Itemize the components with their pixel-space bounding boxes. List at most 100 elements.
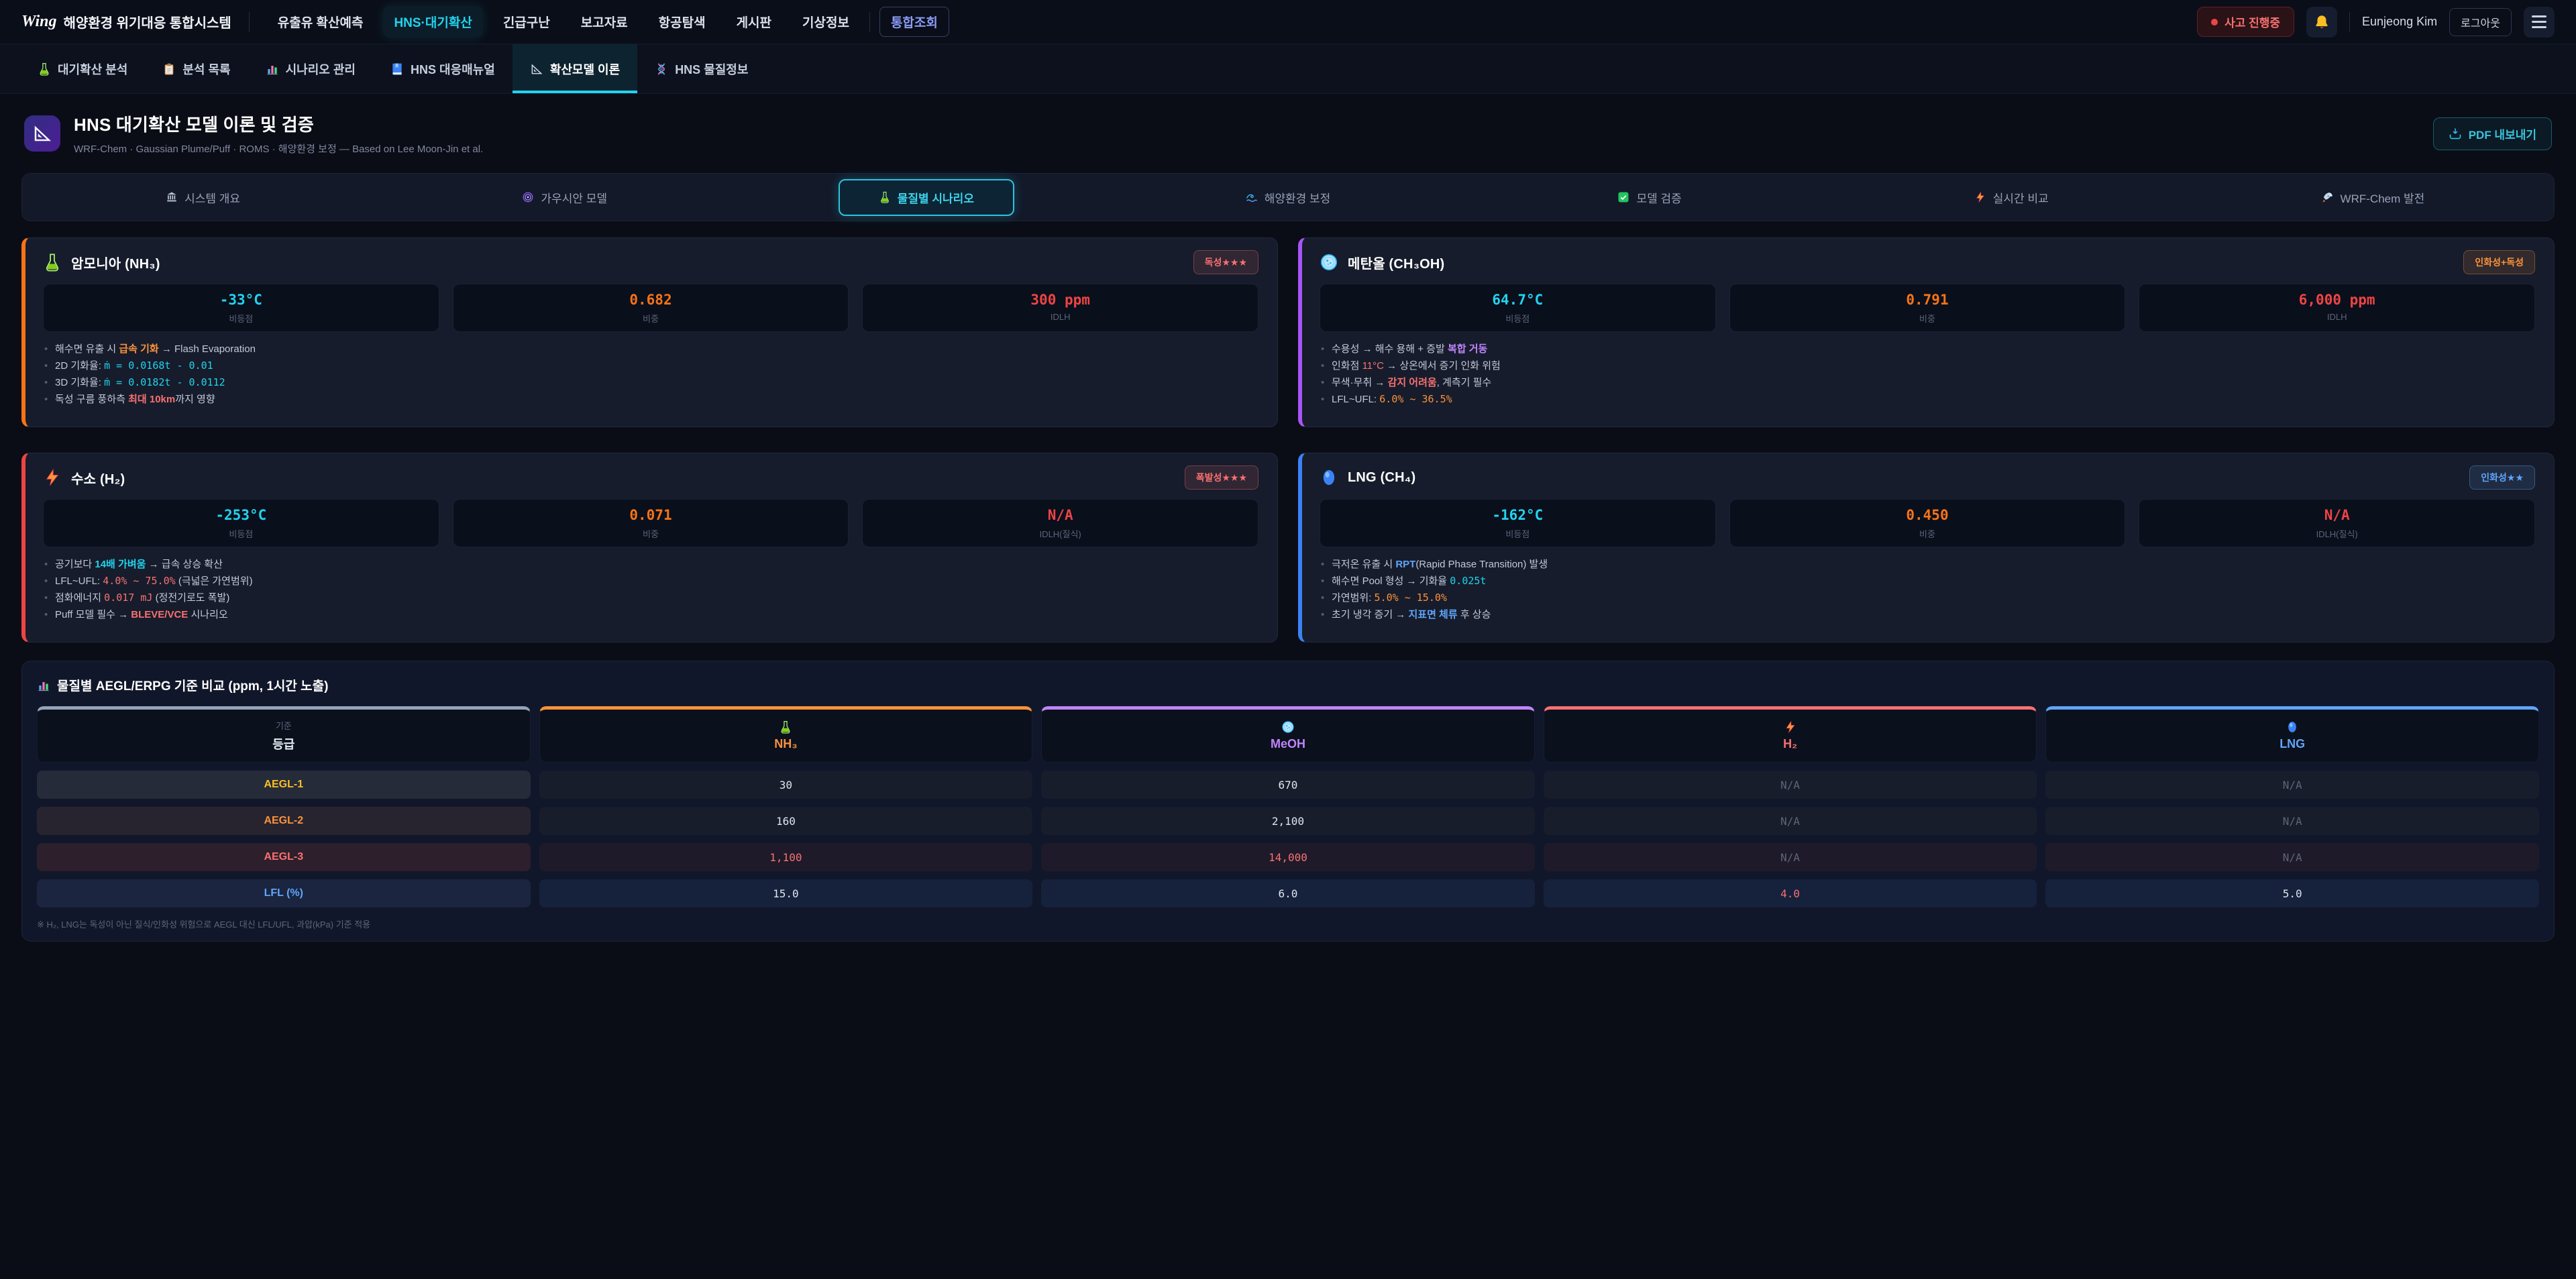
subnav-item-label: HNS 물질정보 [675,60,748,78]
bullet-item: 가연범위: 5.0% ~ 15.0% [1320,590,2535,606]
nav-item-integrated-search[interactable]: 통합조회 [879,7,949,37]
table-row: AEGL-21602,100N/AN/A [37,807,2539,835]
value-cell: 160 [539,807,1033,835]
chemical-card-lng: LNG (CH₄)인화성★★-162°C비등점0.450비중N/AIDLH(질식… [1298,453,2555,643]
tab-wrf-chem-evolution[interactable]: WRF-Chem 발전 [2192,178,2554,217]
rocket-icon [2322,191,2334,203]
tab-substance-scenarios[interactable]: 물질별 시나리오 [745,179,1107,216]
logout-button[interactable]: 로그아웃 [2449,8,2512,36]
section-tab-bar: 시스템 개요 가우시안 모델 물질별 시나리오해양환경 보정모델 검증 실시간 비교 W… [21,173,2555,221]
tab-pill: WRF-Chem 발전 [2300,178,2447,217]
nav-item-hns-air-diffusion[interactable]: HNS·대기확산 [383,6,482,38]
chemical-card-meoh: 메탄올 (CH₃OH)인화성+독성 64.7°C비등점0.791비중6,000 p… [1298,237,2555,427]
bullet-item: 수용성 → 해수 용해 + 증발 복합 거동 [1320,341,2535,357]
bullet-item: 해수면 유출 시 급속 기화 → Flash Evaporation [43,341,1258,357]
tab-marine-correction[interactable]: 해양환경 보정 [1107,178,1468,217]
stat-value: 0.450 [1734,507,2121,523]
tab-pill: 가우시안 모델 [500,178,629,217]
clipboard-icon [162,62,176,76]
nav-item-board[interactable]: 게시판 [726,6,782,38]
subnav-item-hns-substance-info[interactable]: HNS 물질정보 [637,44,765,93]
value-cell: 5.0 [2045,879,2539,907]
tab-label: WRF-Chem 발전 [2341,189,2425,206]
nav-item-aerial-search[interactable]: 항공탐색 [648,6,716,38]
sphere-icon [1320,468,1338,487]
chemical-name: 메탄올 (CH₃OH) [1348,253,1444,272]
property-bullets: 극저온 유출 시 RPT(Rapid Phase Transition) 발생해… [1320,556,2535,623]
property-bullets: 해수면 유출 시 급속 기화 → Flash Evaporation2D 기화율… [43,341,1258,408]
row-label-cell: AEGL-2 [37,807,531,835]
stat-label: 비중 [1734,312,2121,325]
stat-label: 비등점 [1324,527,1711,540]
tab-pill: 시스템 개요 [144,178,262,217]
stat-value: 64.7°C [1324,292,1711,308]
pdf-export-button[interactable]: PDF 내보내기 [2433,117,2552,150]
nav-item-oil-spill-prediction[interactable]: 유출유 확산예측 [267,6,374,38]
notifications-button[interactable] [2306,7,2337,38]
bullet-item: LFL~UFL: 6.0% ~ 36.5% [1320,391,2535,408]
nav-item-emergency-rescue[interactable]: 긴급구난 [492,6,561,38]
lightning-icon [1784,720,1797,734]
stat-label: 비등점 [48,527,435,540]
row-label-cell: LFL (%) [37,879,531,907]
nav-item-reports[interactable]: 보고자료 [570,6,639,38]
stat-value: 0.071 [458,507,845,523]
lightning-icon [43,468,62,487]
divider [2349,12,2350,32]
wave-icon [1246,191,1258,203]
stat-box: N/AIDLH(질식) [862,499,1258,547]
card-header: 메탄올 (CH₃OH)인화성+독성 [1320,250,2535,274]
value-cell: 6.0 [1041,879,1535,907]
subnav-item-hns-response-manual[interactable]: HNS 대응매뉴얼 [373,44,513,93]
col-header-label: LNG [2279,737,2305,751]
bullet-item: 극저온 유출 시 RPT(Rapid Phase Transition) 발생 [1320,556,2535,573]
col-header-label: MeOH [1271,737,1305,751]
bullet-item: 3D 기화율: ṁ = 0.0182t - 0.0112 [43,374,1258,391]
status-dot-icon [2211,19,2218,25]
tab-pill: 실시간 비교 [1953,178,2070,217]
stat-label: IDLH(질식) [867,527,1254,540]
stat-box: 0.791비중 [1729,284,2126,332]
check-icon [1617,191,1629,203]
table-row: AEGL-31,10014,000N/AN/A [37,843,2539,871]
subnav-item-air-diffusion-analysis[interactable]: 대기확산 분석 [20,44,145,93]
divider [869,12,870,32]
tab-gaussian-model[interactable]: 가우시안 모델 [384,178,745,217]
col-header-label: H₂ [1783,737,1797,751]
logo-divider [249,12,250,32]
lightning-icon [1974,191,1986,203]
stat-label: IDLH(질식) [2143,527,2530,540]
tab-label: 시스템 개요 [184,189,240,206]
stat-box: 0.450비중 [1729,499,2126,547]
tab-realtime-comparison[interactable]: 실시간 비교 [1831,178,2192,217]
test-tube-icon [879,191,891,203]
subnav-item-diffusion-model-theory[interactable]: 확산모델 이론 [513,44,637,93]
aegl-comparison-panel: 물질별 AEGL/ERPG 기준 비교 (ppm, 1시간 노출) 기준등급NH… [21,661,2555,942]
hamburger-icon [2532,15,2546,28]
subnav-item-scenario-management[interactable]: 시나리오 관리 [248,44,373,93]
subnav-item-label: 대기확산 분석 [58,60,127,78]
tab-system-overview[interactable]: 시스템 개요 [22,178,384,217]
value-cell: N/A [2045,807,2539,835]
top-navigation-bar: Wing 해양환경 위기대응 통합시스템 유출유 확산예측 HNS·대기확산 긴급구… [0,0,2576,44]
stat-value: N/A [2143,507,2530,523]
incident-status-badge[interactable]: 사고 진행중 [2197,7,2294,37]
app-logo[interactable]: Wing 해양환경 위기대응 통합시스템 [21,12,231,32]
nav-item-weather-info[interactable]: 기상정보 [792,6,860,38]
logo-wing-mark: Wing [21,13,56,31]
value-cell: 14,000 [1041,843,1535,871]
menu-button[interactable] [2524,7,2555,38]
value-cell: 1,100 [539,843,1033,871]
table-footnote: ※ H₂, LNG는 독성이 아닌 질식/인화성 위험으로 AEGL 대신 LF… [37,917,2539,930]
stats-row: 64.7°C비등점0.791비중6,000 ppmIDLH [1320,284,2535,332]
bullet-item: Puff 모델 필수 → BLEVE/VCE 시나리오 [43,606,1258,623]
bullet-item: 인화점 11°C → 상온에서 증기 인화 위험 [1320,357,2535,374]
hazard-badge: 인화성★★ [2469,465,2535,490]
subnav-item-analysis-list[interactable]: 분석 목록 [145,44,248,93]
incident-status-label: 사고 진행중 [2224,13,2280,30]
stats-row: -253°C비등점0.071비중N/AIDLH(질식) [43,499,1258,547]
subnav-item-label: 시나리오 관리 [286,60,356,78]
bullet-item: 2D 기화율: ṁ = 0.0168t - 0.01 [43,357,1258,374]
tab-model-validation[interactable]: 모델 검증 [1469,178,1831,217]
row-label-cell: AEGL-1 [37,771,531,799]
